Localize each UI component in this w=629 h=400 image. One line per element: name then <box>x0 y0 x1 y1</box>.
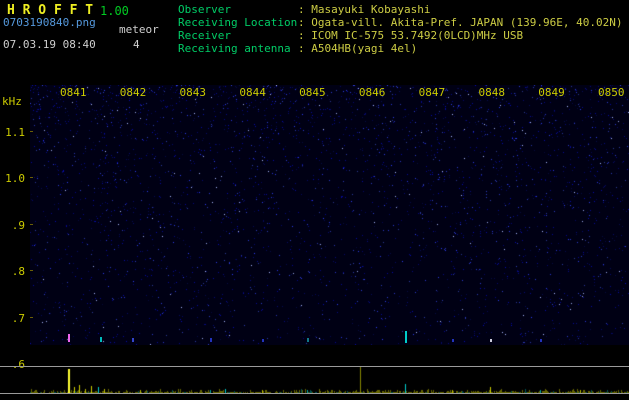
meteor-echo <box>490 339 492 342</box>
strip-chart <box>30 367 629 393</box>
info-label: Observer <box>178 3 231 16</box>
datetime-label: 07.03.19 08:40 <box>3 38 96 51</box>
freq-tick <box>30 316 33 318</box>
time-axis: 0841 0842 0843 0844 0845 0846 0847 0848 0849 0850 <box>30 85 629 99</box>
time-label: 0846 <box>358 86 386 99</box>
time-label: 0847 <box>418 86 446 99</box>
freq-tick <box>30 270 33 272</box>
time-label: 0844 <box>239 86 266 99</box>
info-value: : ICOM IC-575 53.7492(0LCD)MHz USB <box>298 29 524 42</box>
freq-tick <box>30 223 33 225</box>
time-label: 0843 <box>179 86 207 99</box>
freq-label: .6 <box>11 358 25 371</box>
strip-border-bottom <box>0 393 629 394</box>
info-row: Receiving antenna : A504HB(yagi 4el) <box>178 42 629 55</box>
freq-label: .9 <box>11 218 25 232</box>
time-label: 0849 <box>538 86 565 99</box>
meteor-echo <box>68 334 70 342</box>
spectrogram-plot: 0841 0842 0843 0844 0845 0846 0847 0848 0849 0850 <box>30 85 629 345</box>
info-label: Receiving Location <box>178 16 298 29</box>
info-row: Observer : Masayuki Kobayashi <box>178 3 629 16</box>
meteor-echo <box>262 339 264 342</box>
meteor-echo <box>100 337 102 342</box>
meteor-echo <box>132 338 134 342</box>
time-label: 0850 <box>598 86 625 99</box>
info-row: Receiving Location: Ogata-vill. Akita-Pr… <box>178 16 629 29</box>
meteor-echo <box>405 331 407 343</box>
spectrogram-canvas <box>30 85 629 345</box>
time-label: 0848 <box>478 86 505 99</box>
freq-label: .7 <box>11 311 25 325</box>
info-value: : Masayuki Kobayashi <box>298 3 431 16</box>
strip-canvas <box>30 367 629 393</box>
freq-label: 1.0 <box>5 172 25 186</box>
app-version: 1.00 <box>100 4 129 18</box>
info-row: Receiver : ICOM IC-575 53.7492(0LCD)MHz U… <box>178 29 629 42</box>
freq-tick <box>30 131 33 132</box>
time-label: 0842 <box>119 86 147 99</box>
meteor-count: 4 <box>133 38 140 51</box>
mode-label: meteor <box>119 23 159 36</box>
info-value: : A504HB(yagi 4el) <box>298 42 418 55</box>
info-label: Receiving antenna <box>178 42 291 55</box>
meteor-echo <box>452 339 454 342</box>
meteor-echo <box>540 339 542 342</box>
info-value: : Ogata-vill. Akita-Pref. JAPAN (139.96E… <box>298 16 623 29</box>
time-label: 0845 <box>299 86 326 99</box>
freq-label: 1.1 <box>5 126 25 139</box>
info-label: Receiver <box>178 29 231 42</box>
time-label: 0841 <box>60 86 87 99</box>
observer-info: Observer : Masayuki Kobayashi Receiving L… <box>178 3 629 55</box>
freq-label: .8 <box>11 265 25 279</box>
freq-tick <box>30 177 33 179</box>
output-filename: 0703190840.png <box>3 16 96 29</box>
meteor-echo <box>307 338 309 342</box>
meteor-echo <box>210 338 212 342</box>
freq-axis: 1.1 1.0 .9 .8 .7 .6 <box>0 85 28 375</box>
